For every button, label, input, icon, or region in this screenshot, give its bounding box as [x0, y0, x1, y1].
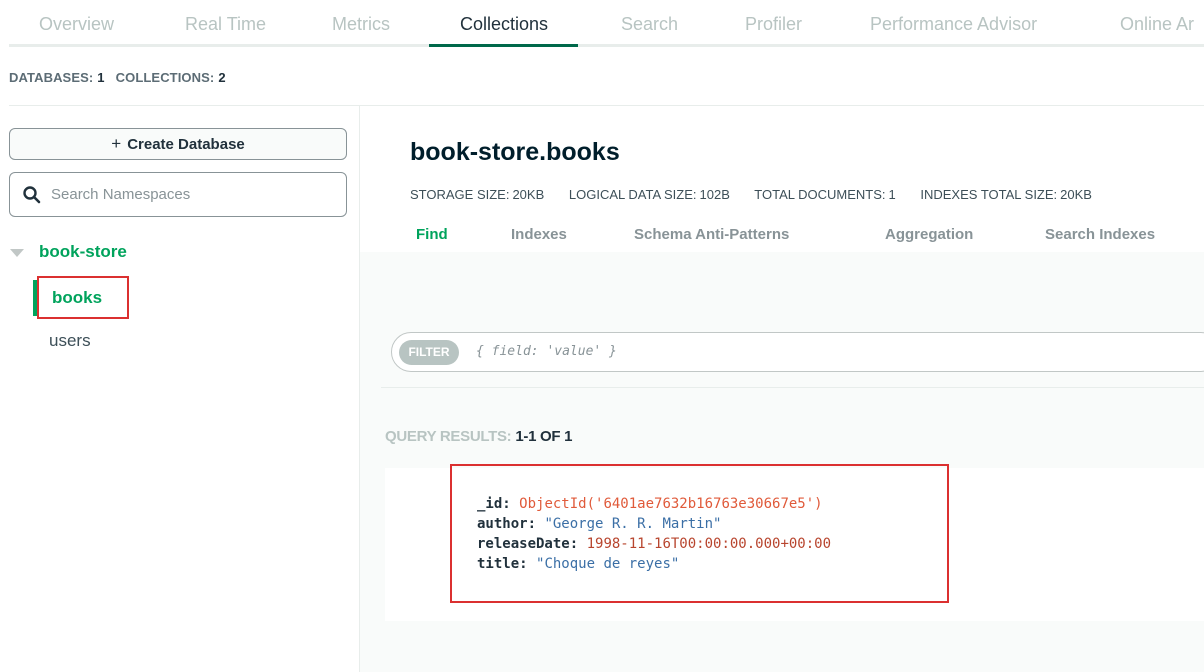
tab-find[interactable]: Find [416, 226, 448, 243]
stat-indexes-total-size: INDEXES TOTAL SIZE: 20KB [920, 187, 1092, 202]
caret-down-icon[interactable] [10, 249, 24, 257]
query-results-label: QUERY RESULTS: [385, 428, 512, 445]
tab-performance-advisor[interactable]: Performance Advisor [870, 0, 1037, 47]
create-database-button[interactable]: + Create Database [9, 128, 347, 160]
query-results-count: 1-1 OF 1 [515, 428, 573, 445]
tab-profiler[interactable]: Profiler [745, 0, 802, 47]
collections-label: COLLECTIONS: [115, 70, 215, 85]
tab-overview[interactable]: Overview [39, 0, 114, 47]
highlight-box-document [450, 464, 949, 603]
stat-logical-data-size: LOGICAL DATA SIZE: 102B [568, 187, 730, 202]
stat-storage-size: STORAGE SIZE: 20KB [410, 187, 545, 202]
tab-real-time[interactable]: Real Time [185, 0, 266, 47]
plus-icon: + [111, 134, 122, 153]
tab-aggregation[interactable]: Aggregation [885, 226, 973, 243]
search-icon [23, 186, 41, 204]
namespace-title: book-store.books [410, 138, 620, 166]
tab-schema-anti-patterns[interactable]: Schema Anti-Patterns [634, 226, 789, 243]
filter-label: FILTER [399, 340, 459, 365]
collections-count: 2 [218, 70, 226, 85]
databases-count: 1 [97, 70, 105, 85]
tab-collections[interactable]: Collections [428, 0, 579, 47]
top-navigation-tabs: Overview Real Time Metrics Collections S… [0, 0, 1204, 47]
database-item-book-store[interactable]: book-store [39, 242, 127, 262]
cluster-summary: DATABASES: 1 COLLECTIONS: 2 [9, 70, 237, 85]
namespace-search [9, 172, 347, 217]
tab-indexes[interactable]: Indexes [511, 226, 567, 243]
filter-bar: FILTER [391, 332, 1204, 372]
tab-search[interactable]: Search [621, 0, 678, 47]
highlight-box-books [37, 276, 129, 319]
databases-label: DATABASES: [9, 70, 94, 85]
filter-divider [381, 387, 1204, 388]
collection-item-users[interactable]: users [33, 323, 333, 359]
tab-metrics[interactable]: Metrics [332, 0, 390, 47]
search-namespaces-input[interactable] [51, 173, 341, 216]
tab-online-archive[interactable]: Online Ar [1120, 0, 1194, 47]
stat-total-documents: TOTAL DOCUMENTS: 1 [754, 187, 896, 202]
create-database-label: Create Database [127, 136, 245, 153]
query-results-summary: QUERY RESULTS: 1-1 OF 1 [385, 428, 572, 445]
tab-search-indexes[interactable]: Search Indexes [1045, 226, 1155, 243]
collection-stats: STORAGE SIZE: 20KB LOGICAL DATA SIZE: 102B… [410, 187, 1113, 202]
filter-input[interactable] [476, 333, 1176, 371]
header-divider [9, 105, 1204, 106]
